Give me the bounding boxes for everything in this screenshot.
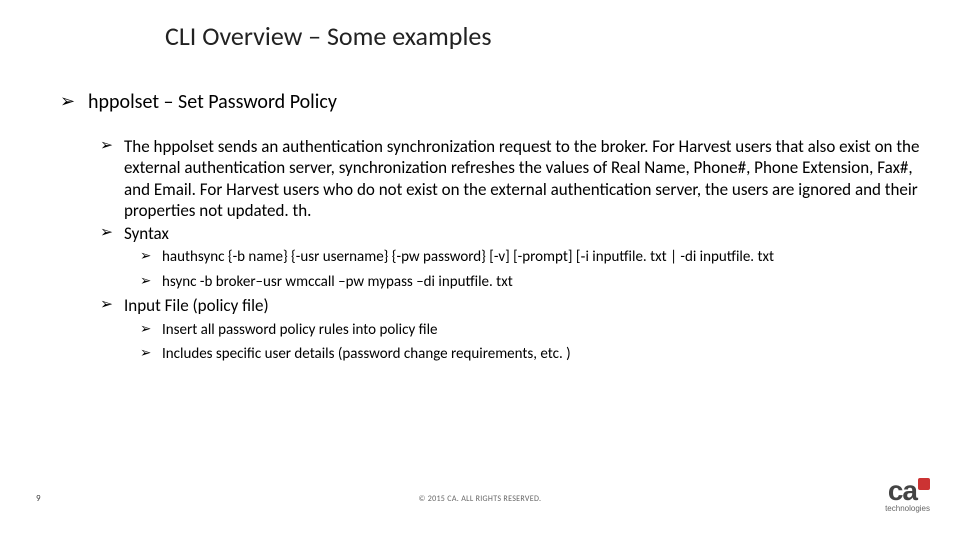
- input-file-line: Includes specific user details (password…: [140, 343, 920, 366]
- syntax-label: Syntax: [100, 223, 920, 244]
- logo-main: ca: [876, 480, 930, 502]
- logo-box-icon: [918, 478, 930, 490]
- copyright-text: © 2015 CA. ALL RIGHTS RESERVED.: [0, 494, 960, 504]
- slide: CLI Overview – Some examples hppolset – …: [0, 0, 960, 540]
- syntax-line: hauthsync {-b name} {-usr username} {-pw…: [140, 246, 920, 269]
- input-file-label: Input File (policy file): [100, 295, 920, 316]
- syntax-line: hsync -b broker–usr wmccall –pw mypass –…: [140, 271, 920, 294]
- logo-subtext: technologies: [876, 504, 930, 513]
- section-heading: hppolset – Set Password Policy: [60, 90, 920, 114]
- ca-logo: ca technologies: [876, 480, 930, 520]
- slide-title: CLI Overview – Some examples: [165, 20, 492, 52]
- logo-text: ca: [888, 475, 917, 506]
- input-file-line: Insert all password policy rules into po…: [140, 319, 920, 342]
- slide-content: hppolset – Set Password Policy The hppol…: [60, 90, 920, 368]
- section-description: The hppolset sends an authentication syn…: [100, 136, 920, 221]
